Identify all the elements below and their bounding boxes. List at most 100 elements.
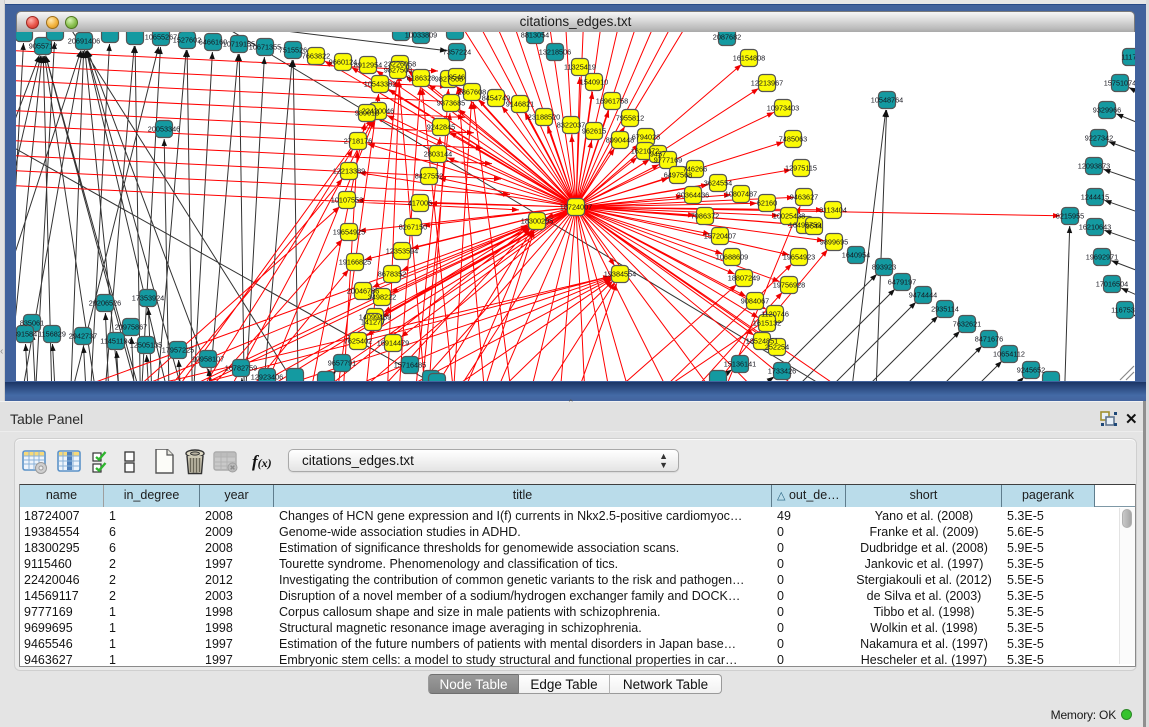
svg-text:9242845: 9242845: [427, 123, 455, 132]
svg-text:23188520: 23188520: [528, 113, 560, 122]
svg-text:9373685: 9373685: [437, 99, 465, 108]
svg-text:12975115: 12975115: [785, 164, 817, 173]
svg-text:1640954: 1640954: [842, 251, 870, 260]
svg-text:17353924: 17353924: [132, 294, 164, 303]
svg-text:12353594: 12353594: [386, 247, 418, 256]
svg-text:10807487: 10807487: [725, 190, 757, 199]
svg-text:7485063: 7485063: [779, 135, 807, 144]
svg-text:12505135: 12505135: [130, 341, 162, 350]
svg-text:8471676: 8471676: [975, 335, 1003, 344]
svg-text:20691406: 20691406: [68, 37, 100, 46]
svg-text:16210643: 16210643: [1079, 223, 1111, 232]
svg-text:417006: 417006: [408, 199, 432, 208]
svg-text:3113404: 3113404: [819, 206, 847, 215]
svg-text:10973403: 10973403: [767, 104, 799, 113]
svg-text:1244415: 1244415: [1081, 193, 1109, 202]
svg-text:11325419: 11325419: [564, 63, 596, 72]
svg-text:15716485: 15716485: [394, 361, 426, 370]
svg-text:10033809: 10033809: [405, 32, 437, 40]
svg-text:16154808: 16154808: [733, 54, 765, 63]
svg-text:7955812: 7955812: [616, 114, 644, 123]
svg-text:962615: 962615: [582, 127, 606, 136]
svg-text:8267150: 8267150: [399, 223, 427, 232]
svg-text:1527602: 1527602: [173, 36, 201, 45]
svg-text:10958107: 10958107: [192, 355, 224, 364]
svg-text:18300295: 18300295: [521, 217, 553, 226]
svg-text:835061: 835061: [20, 319, 44, 328]
svg-text:8186328: 8186328: [407, 74, 435, 83]
svg-text:11451194: 11451194: [100, 337, 131, 346]
svg-text:19692971: 19692971: [1086, 253, 1118, 262]
svg-text:1733426: 1733426: [768, 367, 796, 376]
svg-text:15720407: 15720407: [704, 232, 736, 241]
svg-text:1540910: 1540910: [580, 78, 608, 87]
svg-text:9146821: 9146821: [506, 100, 534, 109]
svg-text:9329966: 9329966: [1093, 106, 1121, 115]
svg-text:15751074: 15751074: [1104, 79, 1135, 88]
svg-text:16914479: 16914479: [377, 339, 409, 348]
svg-text:9899695: 9899695: [820, 238, 848, 247]
svg-text:9777169: 9777169: [654, 156, 682, 165]
svg-text:20053346: 20053346: [148, 125, 180, 134]
svg-text:9245652: 9245652: [1017, 366, 1045, 375]
svg-text:1120746: 1120746: [761, 310, 789, 319]
svg-text:893923: 893923: [872, 263, 896, 272]
svg-text:7986372: 7986372: [691, 212, 719, 221]
svg-text:141277: 141277: [361, 318, 385, 327]
svg-text:7663822: 7663822: [302, 52, 330, 61]
svg-text:9227342: 9227342: [1085, 134, 1113, 143]
svg-text:11172: 11172: [1121, 53, 1135, 62]
svg-text:62160: 62160: [757, 199, 777, 208]
svg-text:10543382: 10543382: [364, 80, 396, 89]
svg-text:10107553: 10107553: [331, 196, 363, 205]
svg-text:10654112: 10654112: [993, 350, 1025, 359]
svg-text:9546: 9546: [449, 73, 465, 82]
svg-text:2718176: 2718176: [344, 137, 372, 146]
svg-text:8215955: 8215955: [1056, 212, 1084, 221]
svg-text:7632621: 7632621: [953, 320, 981, 329]
svg-text:20364436: 20364436: [677, 191, 709, 200]
svg-text:8990448: 8990448: [606, 136, 634, 145]
svg-text:8813054: 8813054: [521, 32, 549, 40]
svg-text:7625402: 7625402: [344, 337, 372, 346]
svg-text:9084067: 9084067: [741, 297, 769, 306]
svg-text:2803144: 2803144: [424, 150, 452, 159]
svg-text:9474444: 9474444: [909, 291, 937, 300]
svg-text:9463627: 9463627: [790, 193, 818, 202]
svg-text:18724007: 18724007: [560, 203, 592, 212]
svg-text:2087682: 2087682: [713, 33, 741, 42]
svg-text:9657791: 9657791: [328, 359, 356, 368]
svg-text:10548764: 10548764: [871, 96, 903, 105]
svg-text:18807249: 18807249: [728, 274, 760, 283]
svg-text:12213389: 12213389: [333, 167, 365, 176]
svg-text:15136141: 15136141: [724, 360, 756, 369]
svg-text:20975867: 20975867: [115, 323, 147, 332]
svg-text:2942737: 2942737: [69, 332, 97, 341]
svg-text:8912954: 8912954: [354, 61, 382, 70]
svg-text:252254: 252254: [765, 343, 789, 352]
svg-text:1615132: 1615132: [753, 319, 781, 328]
svg-text:17957225: 17957225: [162, 346, 194, 355]
svg-text:7357224: 7357224: [443, 48, 471, 57]
svg-text:1156829: 1156829: [38, 330, 66, 339]
svg-text:12213967: 12213967: [751, 79, 783, 88]
svg-text:13218506: 13218506: [539, 48, 571, 57]
svg-text:12093873: 12093873: [1078, 162, 1110, 171]
svg-text:8678352: 8678352: [378, 270, 406, 279]
svg-text:19384554: 19384554: [604, 270, 636, 279]
svg-text:16961758: 16961758: [596, 97, 628, 106]
svg-text:6794028: 6794028: [632, 133, 660, 142]
svg-text:9544: 9544: [806, 222, 822, 231]
svg-text:989618: 989618: [355, 109, 379, 118]
svg-text:19166825: 19166825: [339, 258, 371, 267]
svg-text:3498222: 3498222: [368, 293, 396, 302]
svg-text:12923406: 12923406: [251, 373, 283, 382]
svg-text:19756928: 19756928: [773, 281, 805, 290]
svg-text:10688609: 10688609: [716, 253, 748, 262]
svg-text:1167533: 1167533: [1111, 306, 1135, 315]
svg-text:20206526: 20206526: [89, 299, 121, 308]
svg-text:17016504: 17016504: [1096, 280, 1128, 289]
svg-text:10671355: 10671355: [249, 43, 281, 52]
svg-text:19654925: 19654925: [333, 228, 365, 237]
svg-text:6479197: 6479197: [888, 278, 916, 287]
